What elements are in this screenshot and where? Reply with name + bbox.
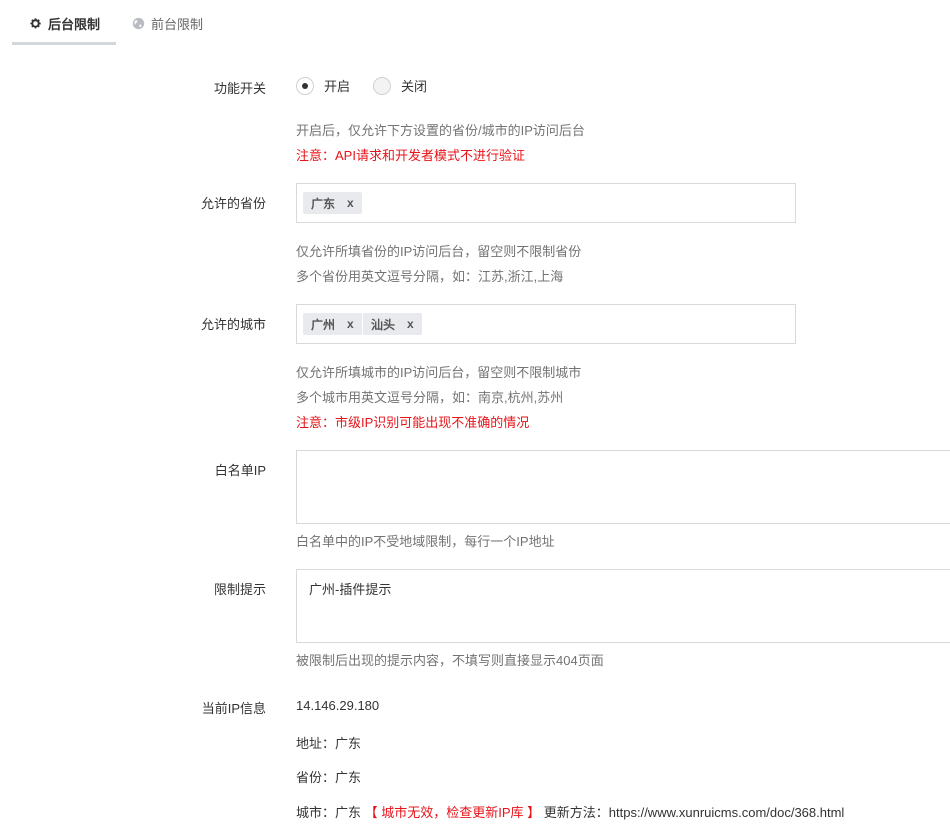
radio-circle-unselected xyxy=(373,76,391,95)
provinces-label: 允许的省份 xyxy=(200,196,266,211)
globe-icon xyxy=(131,16,145,30)
tab-admin-restriction[interactable]: 后台限制 xyxy=(12,0,116,46)
provinces-help-1: 仅允许所填省份的IP访问后台，留空则不限制省份 xyxy=(296,244,582,259)
tab-admin-label: 后台限制 xyxy=(48,16,101,32)
province-tag: 广东 x xyxy=(303,192,362,214)
update-method: 更新方法：https://www.xunruicms.com/doc/368.h… xyxy=(543,805,845,820)
tab-front-label: 前台限制 xyxy=(151,16,204,32)
gear-icon xyxy=(28,16,42,30)
cities-label: 允许的城市 xyxy=(200,317,266,332)
tip-textarea[interactable]: 广州-插件提示 xyxy=(296,569,950,643)
tab-front-restriction[interactable]: 前台限制 xyxy=(131,0,203,46)
ip-city: 城市：广东 xyxy=(296,805,362,820)
radio-circle-selected xyxy=(296,76,314,95)
whitelist-label: 白名单IP xyxy=(214,463,266,478)
tag-remove-icon[interactable]: x xyxy=(347,196,354,210)
ip-address: 地址：广东 xyxy=(296,736,362,751)
whitelist-textarea[interactable] xyxy=(296,450,950,524)
radio-enable-label: 开启 xyxy=(324,79,351,94)
provinces-help-2: 多个省份用英文逗号分隔，如：江苏,浙江,上海 xyxy=(296,269,564,284)
switch-help: 开启后，仅允许下方设置的省份/城市的IP访问后台 xyxy=(296,123,585,138)
whitelist-help: 白名单中的IP不受地域限制，每行一个IP地址 xyxy=(296,534,555,549)
ip-province: 省份：广东 xyxy=(296,770,362,785)
cities-warning: 注意：市级IP识别可能出现不准确的情况 xyxy=(296,415,530,430)
switch-warning: 注意：API请求和开发者模式不进行验证 xyxy=(296,148,525,163)
switch-label: 功能开关 xyxy=(213,81,266,96)
cities-help-2: 多个城市用英文逗号分隔，如：南京,杭州,苏州 xyxy=(296,390,564,405)
city-invalid-link[interactable]: 【 城市无效，检查更新IP库 】 xyxy=(365,805,541,820)
ipinfo-label: 当前IP信息 xyxy=(201,701,266,716)
city-tag: 汕头 x xyxy=(363,313,422,335)
city-tag: 广州 x xyxy=(303,313,362,335)
provinces-tag-input[interactable]: 广东 x xyxy=(296,183,796,223)
city-tag-text: 汕头 xyxy=(371,317,396,332)
city-tag-text: 广州 xyxy=(311,317,336,332)
tip-label: 限制提示 xyxy=(213,582,266,597)
tab-bar: 后台限制 前台限制 xyxy=(0,0,950,46)
tag-remove-icon[interactable]: x xyxy=(407,317,414,331)
cities-help-1: 仅允许所填城市的IP访问后台，留空则不限制城市 xyxy=(296,365,582,380)
radio-disable-label: 关闭 xyxy=(401,79,428,94)
ip-city-line: 城市：广东 【 城市无效，检查更新IP库 】 更新方法：https://www.… xyxy=(296,802,844,821)
province-tag-text: 广东 xyxy=(311,196,336,211)
tip-help: 被限制后出现的提示内容，不填写则直接显示404页面 xyxy=(296,653,604,668)
cities-tag-input[interactable]: 广州 x 汕头 x xyxy=(296,304,796,344)
tag-remove-icon[interactable]: x xyxy=(347,317,354,331)
active-tab-indicator xyxy=(12,42,116,45)
radio-disable[interactable]: 关闭 xyxy=(373,76,427,95)
radio-enable[interactable]: 开启 xyxy=(296,76,350,95)
current-ip: 14.146.29.180 xyxy=(296,698,380,713)
